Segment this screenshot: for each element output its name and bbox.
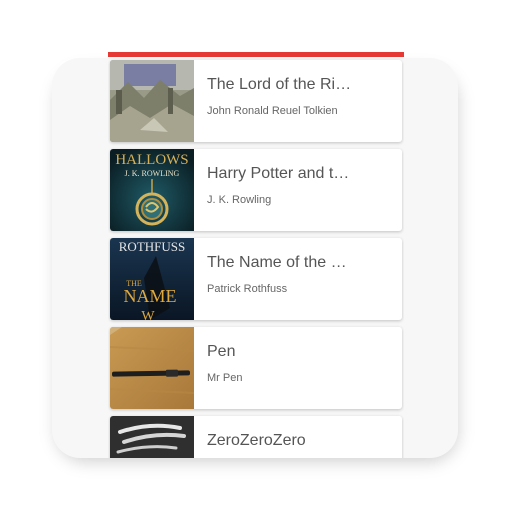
cover-title-text: W xyxy=(141,309,155,320)
name-of-the-wind-cover-icon: ROTHFUSS THE NAME W xyxy=(110,238,194,320)
app-icon-stage: The Lord of the Ri… John Ronald Reuel To… xyxy=(0,0,512,512)
book-author: Mr Pen xyxy=(207,372,243,384)
book-list-item[interactable]: Pen Mr Pen xyxy=(110,327,402,409)
mountain-landscape-cover-icon xyxy=(110,60,194,142)
cover-author-text: J. K. ROWLING xyxy=(125,169,180,178)
book-title: Pen xyxy=(207,343,236,360)
cover-title-text: HALLOWS xyxy=(115,152,188,168)
deathly-hallows-cover-icon: HALLOWS J. K. ROWLING xyxy=(110,149,194,231)
zerozerozero-cover-icon xyxy=(110,416,194,458)
cover-author-text: ROTHFUSS xyxy=(119,239,185,254)
book-title: Harry Potter and t… xyxy=(207,165,350,182)
cover-title-text: NAME xyxy=(124,286,177,306)
book-author: John Ronald Reuel Tolkien xyxy=(207,105,338,117)
book-title: ZeroZeroZero xyxy=(207,432,306,449)
toolbar-accent-bar xyxy=(108,52,404,57)
book-list-item[interactable]: HALLOWS J. K. ROWLING Harry Potter and t… xyxy=(110,149,402,231)
book-author: Patrick Rothfuss xyxy=(207,283,288,295)
book-title: The Name of the … xyxy=(207,254,347,271)
book-title: The Lord of the Ri… xyxy=(207,76,352,93)
book-list[interactable]: The Lord of the Ri… John Ronald Reuel To… xyxy=(108,58,404,458)
book-list-item[interactable]: ZeroZeroZero xyxy=(110,416,402,458)
book-list-item[interactable]: The Lord of the Ri… John Ronald Reuel To… xyxy=(110,60,402,142)
book-author: J. K. Rowling xyxy=(207,194,272,206)
book-list-item[interactable]: ROTHFUSS THE NAME W The Name of the … Pa… xyxy=(110,238,402,320)
pen-photo-cover-icon xyxy=(110,327,194,409)
